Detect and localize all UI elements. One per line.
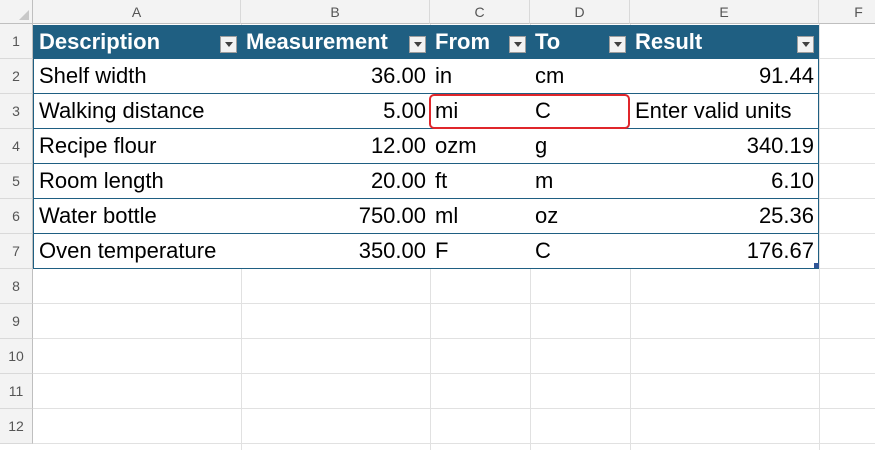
gridline	[33, 303, 875, 304]
cell-measurement[interactable]: 12.00	[241, 129, 430, 164]
row-header-6[interactable]: 6	[0, 199, 33, 234]
cell-description[interactable]: Oven temperature	[34, 234, 241, 269]
table-header-description[interactable]: Description	[34, 25, 241, 59]
table-resize-handle[interactable]	[814, 263, 819, 268]
column-header-a[interactable]: A	[33, 0, 241, 24]
table-header-to[interactable]: To	[530, 25, 630, 59]
filter-dropdown-button[interactable]	[409, 36, 426, 53]
table-header-label: Description	[39, 29, 161, 54]
cell-to-unit[interactable]: g	[530, 129, 630, 164]
table-header-result[interactable]: Result	[630, 25, 818, 59]
cell-measurement[interactable]: 36.00	[241, 59, 430, 94]
chevron-down-icon	[413, 42, 422, 47]
gridline	[33, 338, 875, 339]
row-header-4[interactable]: 4	[0, 129, 33, 164]
cell-from-unit[interactable]: ozm	[430, 129, 530, 164]
row-header-12[interactable]: 12	[0, 409, 33, 444]
cell-result[interactable]: 340.19	[630, 129, 818, 164]
row-header-2[interactable]: 2	[0, 59, 33, 94]
column-header-c[interactable]: C	[430, 0, 530, 24]
cell-to-unit[interactable]: cm	[530, 59, 630, 94]
gridline	[33, 373, 875, 374]
cell-measurement[interactable]: 750.00	[241, 199, 430, 234]
row-header-11[interactable]: 11	[0, 374, 33, 409]
gridline	[819, 24, 820, 450]
row-header-5[interactable]: 5	[0, 164, 33, 199]
cell-from-unit[interactable]: ft	[430, 164, 530, 199]
chevron-down-icon	[613, 42, 622, 47]
cell-from-unit[interactable]: ml	[430, 199, 530, 234]
cell-to-unit[interactable]: m	[530, 164, 630, 199]
cell-from-unit[interactable]: F	[430, 234, 530, 269]
cell-measurement[interactable]: 5.00	[241, 94, 430, 129]
table-header-label: Result	[635, 29, 703, 54]
cell-description[interactable]: Shelf width	[34, 59, 241, 94]
row-header-8[interactable]: 8	[0, 269, 33, 304]
cell-description[interactable]: Recipe flour	[34, 129, 241, 164]
cell-result[interactable]: 25.36	[630, 199, 818, 234]
cell-from-unit[interactable]: mi	[430, 94, 530, 129]
column-header-b[interactable]: B	[241, 0, 430, 24]
row-header-1[interactable]: 1	[0, 24, 33, 59]
cell-to-unit[interactable]: C	[530, 94, 630, 129]
chevron-down-icon	[224, 42, 233, 47]
cell-measurement[interactable]: 350.00	[241, 234, 430, 269]
filter-dropdown-button[interactable]	[609, 36, 626, 53]
chevron-down-icon	[801, 42, 810, 47]
cell-result[interactable]: Enter valid units	[630, 94, 818, 129]
cell-result[interactable]: 6.10	[630, 164, 818, 199]
filter-dropdown-button[interactable]	[797, 36, 814, 53]
cell-description[interactable]: Room length	[34, 164, 241, 199]
cell-measurement[interactable]: 20.00	[241, 164, 430, 199]
table-header-label: Measurement	[246, 29, 388, 54]
row-header-3[interactable]: 3	[0, 94, 33, 129]
row-header-10[interactable]: 10	[0, 339, 33, 374]
spreadsheet-grid: A B C D E F 1 2 3 4 5 6 7 8 9 10 11 12 D…	[0, 0, 875, 450]
row-header-9[interactable]: 9	[0, 304, 33, 339]
cell-result[interactable]: 176.67	[630, 234, 818, 269]
cell-description[interactable]: Walking distance	[34, 94, 241, 129]
gridline	[33, 443, 875, 444]
column-header-d[interactable]: D	[530, 0, 630, 24]
chevron-down-icon	[513, 42, 522, 47]
filter-dropdown-button[interactable]	[220, 36, 237, 53]
table-header-label: To	[535, 29, 561, 54]
select-all-corner[interactable]	[0, 0, 33, 24]
gridline	[33, 408, 875, 409]
filter-dropdown-button[interactable]	[509, 36, 526, 53]
select-all-triangle-icon	[19, 10, 29, 20]
table-header-measurement[interactable]: Measurement	[241, 25, 430, 59]
cell-to-unit[interactable]: oz	[530, 199, 630, 234]
cell-to-unit[interactable]: C	[530, 234, 630, 269]
table-header-from[interactable]: From	[430, 25, 530, 59]
column-header-f[interactable]: F	[819, 0, 875, 24]
table-header-label: From	[435, 29, 490, 54]
row-header-7[interactable]: 7	[0, 234, 33, 269]
column-header-e[interactable]: E	[630, 0, 819, 24]
cell-result[interactable]: 91.44	[630, 59, 818, 94]
cell-description[interactable]: Water bottle	[34, 199, 241, 234]
cell-from-unit[interactable]: in	[430, 59, 530, 94]
